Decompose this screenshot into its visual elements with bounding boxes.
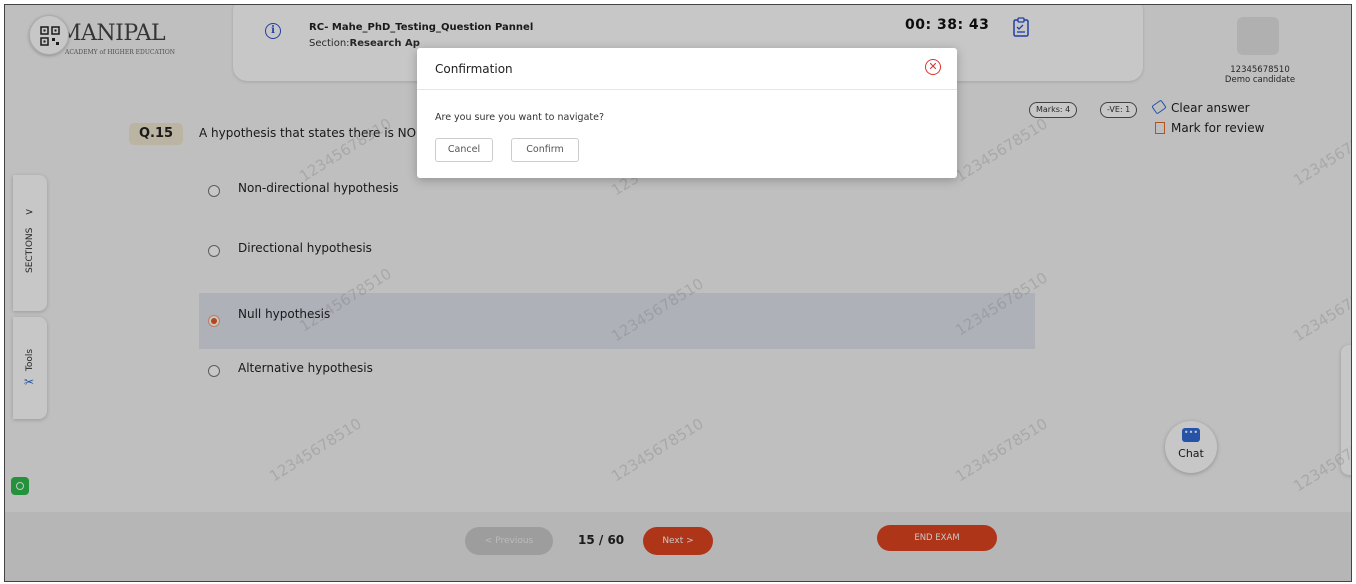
confirm-button[interactable]: Confirm — [511, 138, 579, 162]
dialog-message: Are you sure you want to navigate? — [435, 112, 605, 123]
exam-window: MANIPAL ACADEMY of HIGHER EDUCATION i RC… — [4, 4, 1352, 582]
cancel-button[interactable]: Cancel — [435, 138, 493, 162]
confirmation-dialog: Confirmation ✕ Are you sure you want to … — [417, 48, 957, 178]
close-icon[interactable]: ✕ — [925, 59, 941, 75]
dialog-title: Confirmation — [435, 62, 513, 76]
dialog-divider — [417, 89, 957, 90]
